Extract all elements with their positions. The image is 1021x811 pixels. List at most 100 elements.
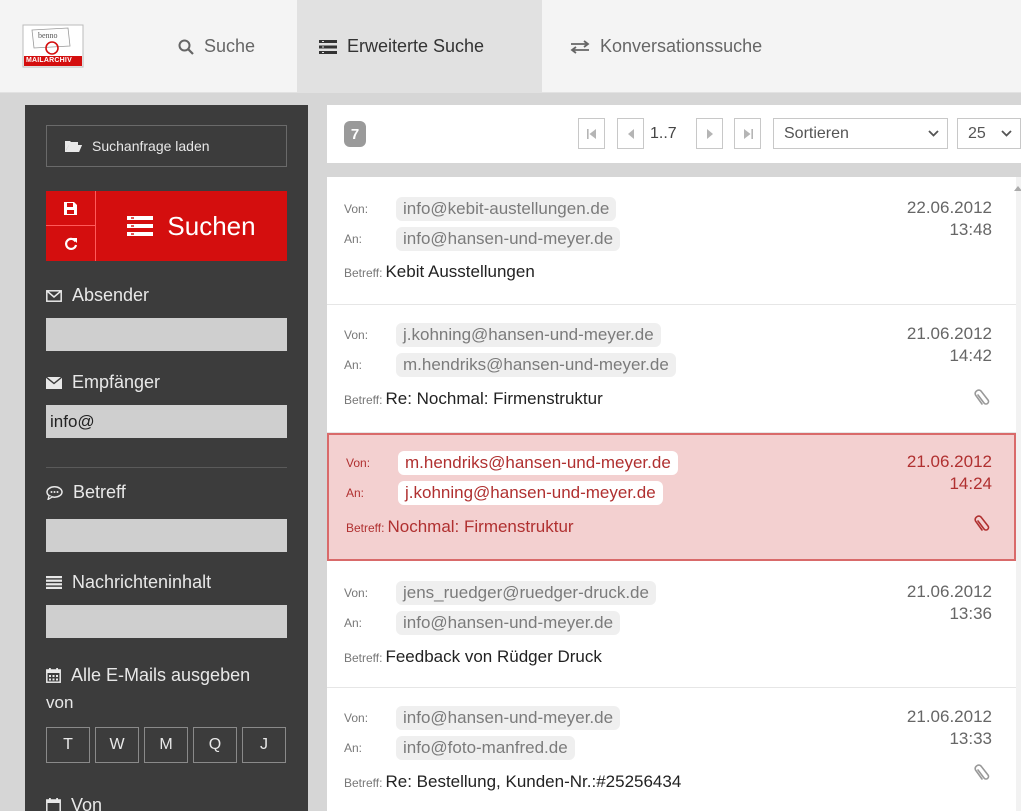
tab-search-label: Suche (204, 36, 256, 56)
next-page-button[interactable] (696, 118, 723, 149)
envelope-icon (46, 376, 62, 389)
results-toolbar: 7 1..7 Sortieren 25 (327, 105, 1021, 163)
list-item-selected[interactable]: Von: m.hendriks@hansen-und-meyer.de An: j.… (327, 433, 1016, 561)
message-date: 21.06.2012 (906, 707, 992, 726)
subject-label: Betreff: (344, 393, 383, 407)
next-page-icon (706, 128, 713, 139)
date-button-quarter[interactable]: Q (193, 727, 237, 763)
list-item[interactable]: Von: j.kohning@hansen-und-meyer.de An: m.h… (327, 305, 1016, 433)
save-icon (64, 201, 77, 215)
to-label: An: (344, 741, 363, 755)
message-list: Von: info@kebit-austellungen.de An: info@h… (327, 177, 1016, 811)
content-input[interactable] (46, 605, 287, 638)
load-query-label: Suchanfrage laden (92, 138, 210, 154)
to-address: j.kohning@hansen-und-meyer.de (398, 481, 663, 505)
recipient-label-text: Empfänger (72, 372, 161, 392)
tab-advanced-search[interactable]: Erweiterte Suche (297, 0, 542, 93)
previous-page-icon (627, 128, 634, 139)
search-button-label: Suchen (167, 210, 256, 241)
tab-conversation-search[interactable]: Konversationssuche (570, 0, 762, 93)
message-date: 22.06.2012 (906, 198, 992, 217)
list-scrollbar[interactable] (1016, 177, 1021, 811)
to-address: info@hansen-und-meyer.de (396, 611, 621, 635)
date-range-label: Alle E-Mails ausgeben (46, 665, 250, 686)
subject-text: Re: Nochmal: Firmenstruktur (385, 389, 603, 408)
divider (46, 467, 287, 468)
date-button-week[interactable]: W (95, 727, 139, 763)
subject-label: Betreff: (344, 266, 383, 280)
recipient-input[interactable] (46, 405, 287, 438)
content-label: Nachrichteninhalt (46, 572, 211, 593)
from-label: Von: (346, 456, 371, 470)
message-time: 13:33 (949, 729, 992, 748)
comment-icon (46, 485, 63, 500)
message-date: 21.06.2012 (906, 324, 992, 343)
to-label: An: (344, 232, 363, 246)
chevron-down-icon (1001, 130, 1012, 137)
folder-open-icon (65, 140, 82, 152)
content-label-text: Nachrichteninhalt (72, 572, 212, 592)
message-time: 13:36 (949, 604, 992, 623)
date-button-month[interactable]: M (144, 727, 188, 763)
sender-label: Absender (46, 285, 149, 306)
previous-page-button[interactable] (617, 118, 644, 149)
message-time: 14:42 (949, 346, 992, 365)
list-item[interactable]: Von: info@kebit-austellungen.de An: info@h… (327, 177, 1016, 305)
sender-input[interactable] (46, 318, 287, 351)
from-address: jens_ruedger@ruedger-druck.de (396, 581, 656, 605)
load-query-button[interactable]: Suchanfrage laden (46, 125, 287, 167)
search-button-group: Suchen (46, 191, 287, 261)
search-sidebar: Suchanfrage laden Suchen Absender Empfän… (25, 105, 308, 811)
subject-text: Re: Bestellung, Kunden-Nr.:#25256434 (385, 772, 682, 791)
from-label: Von: (344, 328, 369, 342)
first-page-button[interactable] (578, 118, 605, 149)
tab-advanced-search-label: Erweiterte Suche (347, 36, 485, 56)
to-label: An: (346, 486, 365, 500)
align-justify-icon (46, 576, 62, 589)
tab-search[interactable]: Suche (178, 0, 255, 93)
sort-select-value: Sortieren (784, 124, 849, 142)
message-time: 14:24 (949, 474, 992, 493)
exchange-icon (570, 39, 590, 54)
to-address: info@foto-manfred.de (396, 736, 575, 760)
page-size-select[interactable]: 25 (957, 118, 1021, 149)
top-bar: benno MAILARCHIV Suche Erweiterte Suche … (0, 0, 1021, 93)
search-button[interactable]: Suchen (96, 191, 287, 261)
subject-text: Feedback von Rüdger Druck (385, 647, 602, 666)
recipient-label: Empfänger (46, 372, 160, 393)
refresh-icon (64, 237, 77, 250)
date-shortcut-buttons: T W M Q J (46, 727, 286, 763)
reset-query-button[interactable] (46, 226, 96, 261)
paperclip-icon (974, 764, 990, 780)
from-label: Von: (344, 202, 369, 216)
paperclip-icon (974, 389, 990, 405)
scroll-up-arrow[interactable] (1014, 186, 1021, 191)
subject-text: Nochmal: Firmenstruktur (387, 517, 574, 536)
subject-input[interactable] (46, 519, 287, 552)
subject-label-text: Betreff (73, 482, 126, 502)
to-label: An: (344, 616, 363, 630)
subject-label: Betreff: (344, 776, 383, 790)
from-date-label: Von (46, 795, 102, 811)
date-button-year[interactable]: J (242, 727, 286, 763)
paperclip-icon (974, 515, 990, 531)
save-query-button[interactable] (46, 191, 96, 226)
tab-conversation-search-label: Konversationssuche (600, 36, 763, 56)
list-icon (127, 216, 154, 236)
subject-label: Betreff: (344, 651, 383, 665)
from-label: Von: (344, 711, 369, 725)
search-icon (178, 39, 194, 55)
logo-top-text: benno (38, 31, 58, 40)
page-size-value: 25 (968, 124, 986, 142)
date-button-day[interactable]: T (46, 727, 90, 763)
list-item[interactable]: Von: jens_ruedger@ruedger-druck.de An: inf… (327, 561, 1016, 688)
calendar-icon (46, 668, 61, 683)
last-page-button[interactable] (734, 118, 761, 149)
list-item[interactable]: Von: info@hansen-und-meyer.de An: info@fot… (327, 688, 1016, 811)
benno-logo[interactable]: benno MAILARCHIV (22, 24, 84, 68)
message-date: 21.06.2012 (906, 452, 992, 471)
result-count-badge: 7 (344, 121, 366, 147)
sort-select[interactable]: Sortieren (773, 118, 948, 149)
from-date-label-text: Von (71, 795, 103, 811)
first-page-icon (586, 128, 596, 139)
